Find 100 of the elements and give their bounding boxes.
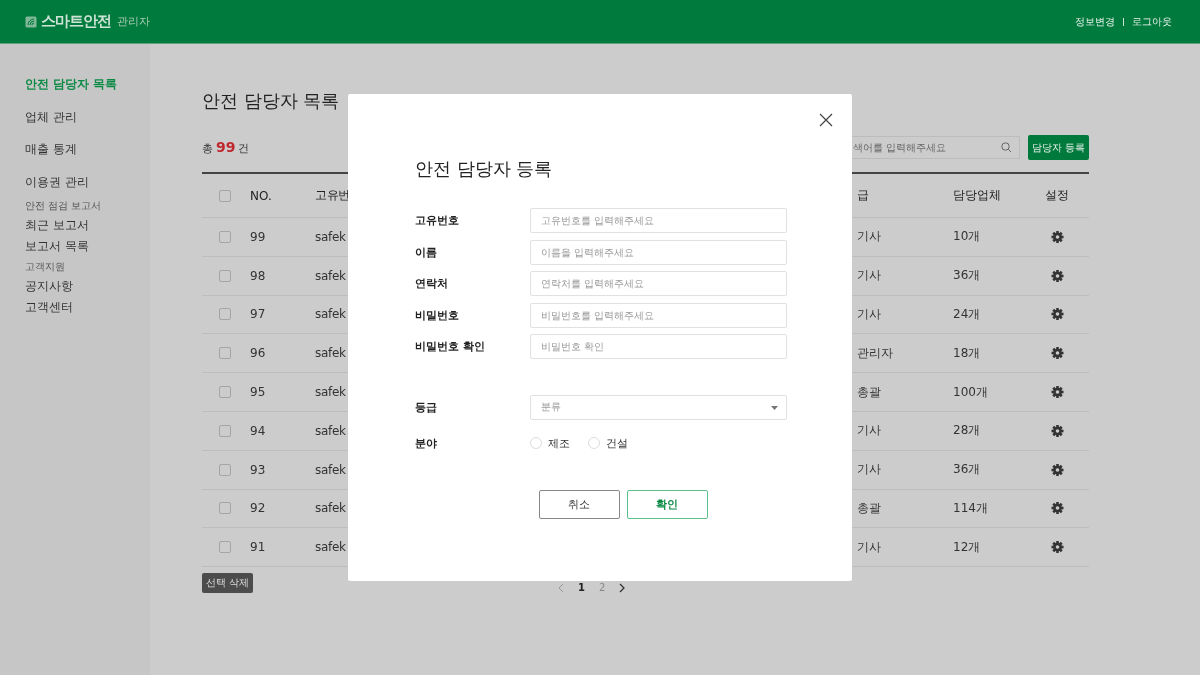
input-field[interactable]: 이름을 입력해주세요 [530,239,787,265]
sidebar-group-title: 안전 점검 보고서 [25,199,103,213]
sidebar-item[interactable]: 보고서 목록 [25,236,150,257]
input-field[interactable]: 연락처를 입력해주세요 [530,271,787,296]
table-cell-text: 관리자 [857,344,894,362]
radio-label[interactable]: 건설 [606,435,628,451]
dialog-title: 안전 담당자 등록 [415,157,554,181]
table-cell: safek [315,346,346,361]
table-cell-text: 기사 [857,538,882,556]
select-all-checkbox[interactable] [219,189,231,202]
table-cell-text: 18개 [953,344,982,362]
table-cell-text: 기사 [857,228,882,246]
row-checkbox[interactable] [219,424,231,437]
table-cell: safek [315,540,346,555]
sidebar-item[interactable]: 고객센터 [25,297,150,318]
row-checkbox[interactable] [219,463,231,476]
table-cell-text: 36개 [953,267,982,285]
field-label: 연락처 [415,276,449,291]
total-count: 99 [216,139,236,155]
table-cell-text: 95 [250,385,267,400]
settings-icon[interactable] [1050,540,1064,555]
settings-icon[interactable] [1050,462,1064,477]
logo-subtitle: 관리자 [117,14,150,29]
header-link[interactable]: 로그아웃 [1132,14,1172,29]
search-field[interactable]: 색어를 입력해주세요 [849,136,1020,159]
table-cell: safek [315,385,346,400]
settings-icon[interactable] [1050,229,1064,244]
table-cell-text: 총괄 [857,499,882,517]
settings-icon[interactable] [1050,385,1064,400]
sidebar-item[interactable]: 최근 보고서 [25,215,150,236]
sidebar-item[interactable]: 공지사항 [25,276,150,297]
table-cell-text: 10개 [953,228,982,246]
table-cell-text: 기사 [857,267,882,285]
field-label: 비밀번호 [415,307,460,323]
sidebar-item[interactable]: 업체 관리 [25,108,150,125]
table-cell-text: 92 [250,501,267,516]
row-checkbox[interactable] [219,347,231,360]
header-link[interactable]: 정보변경 [1075,14,1115,29]
row-checkbox[interactable] [219,269,231,282]
table-cell-text: 총괄 [857,383,882,401]
table-cell: safek [315,501,346,516]
column-header: 고유번 [315,187,351,204]
input-field[interactable]: 비밀번호를 입력해주세요 [530,302,787,328]
chevron-right-icon[interactable] [619,582,626,593]
row-checkbox[interactable] [219,386,231,399]
row-checkbox[interactable] [219,502,231,515]
field-label: 이름 [415,244,438,260]
row-checkbox[interactable] [219,308,231,321]
table-cell-text: 100개 [953,383,989,401]
field-label: 고유번호 [415,213,460,228]
chevron-left-icon[interactable] [558,582,564,593]
page-link[interactable]: 1 [578,582,585,594]
close-icon[interactable] [819,113,833,127]
logo-icon [25,15,37,28]
field-label: 분야 [415,435,438,451]
delete-selected-button[interactable]: 선택 삭제 [202,573,254,594]
search-icon [1000,142,1011,152]
column-header: NO. [250,188,273,203]
settings-icon[interactable] [1050,268,1064,283]
settings-icon[interactable] [1050,346,1064,361]
table-cell: safek [315,268,346,283]
table-cell-text: 91 [250,540,267,555]
caret-icon [771,405,778,410]
table-cell-text: 기사 [857,422,882,440]
confirm-button[interactable]: 확인 [626,489,708,519]
register-button[interactable]: 담당자 등록 [1027,135,1089,160]
logo[interactable]: 스마트안전 [41,12,111,31]
table-cell-text: 기사 [857,306,882,323]
settings-icon[interactable] [1050,307,1064,322]
input-field[interactable]: 비밀번호 확인 [530,334,787,359]
sidebar-item[interactable]: 이용권 관리 [25,173,150,190]
total-label: 총 [202,141,213,156]
table-cell-text: 97 [250,307,267,322]
table-cell: safek [315,229,346,244]
sidebar-group-title: 고객지원 [25,260,66,274]
page-title: 안전 담당자 목록 [202,89,341,113]
input-field[interactable]: 고유번호를 입력해주세요 [530,208,787,233]
table-cell-text: 93 [250,462,267,477]
table-cell-text: 94 [250,423,267,438]
table-cell: safek [315,462,346,477]
table-cell: safek [315,423,346,438]
table-cell-text: 24개 [953,306,982,323]
cancel-button[interactable]: 취소 [538,489,620,519]
settings-icon[interactable] [1050,501,1064,516]
column-header: 담당업체 [953,187,1002,204]
column-header: 설정 [1045,187,1069,204]
sidebar-item[interactable]: 매출 통계 [25,141,150,157]
row-checkbox[interactable] [219,541,231,554]
field-label: 비밀번호 확인 [415,339,486,354]
table-cell-text: 36개 [953,461,982,479]
table-cell-text: 99 [250,229,267,244]
table-cell-text: 28개 [953,422,982,440]
total-unit: 건 [238,141,250,156]
table-cell: safek [315,307,346,322]
column-header: 급 [857,187,870,204]
row-checkbox[interactable] [219,230,231,243]
table-cell-text: 96 [250,346,267,361]
radio-label[interactable]: 제조 [548,435,570,451]
settings-icon[interactable] [1050,423,1064,438]
table-cell-text: 98 [250,268,267,283]
